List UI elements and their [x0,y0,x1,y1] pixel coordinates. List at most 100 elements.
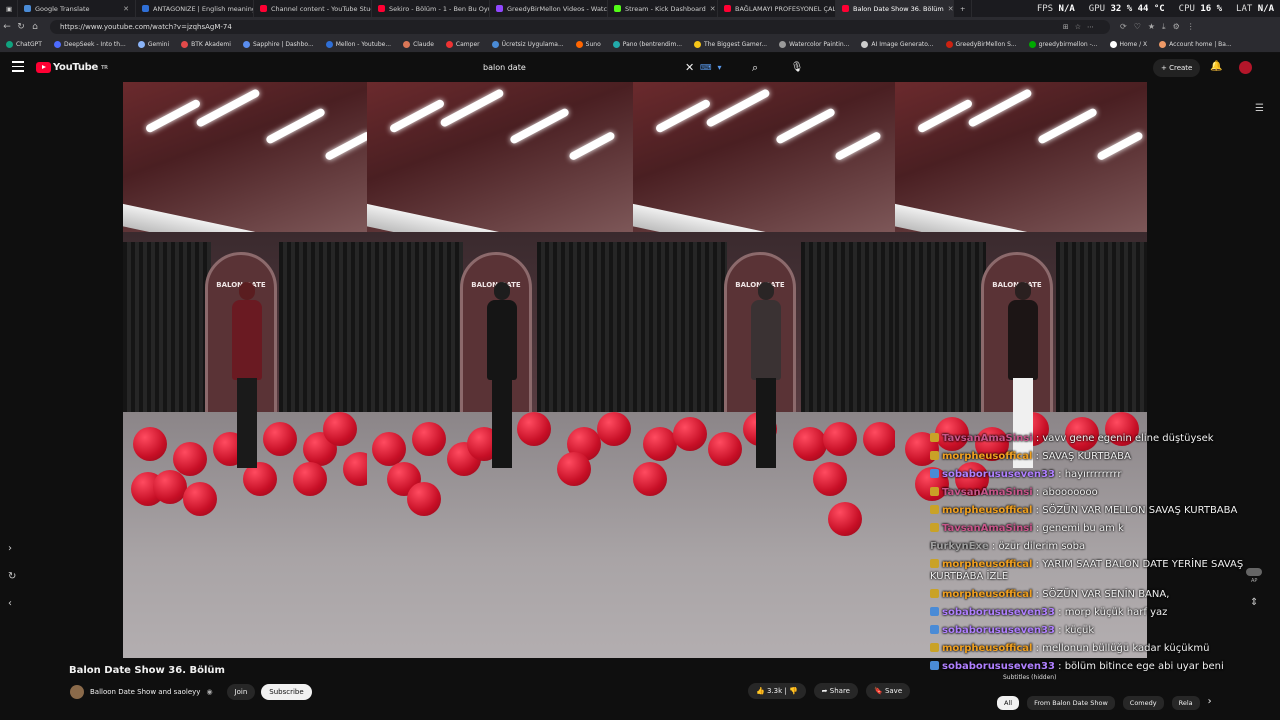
url-field[interactable]: https://www.youtube.com/watch?v=jzqhsAgM… [50,20,1110,34]
channel-avatar[interactable] [70,685,84,699]
red-balloon [633,462,667,496]
refresh-icon[interactable]: ↻ [8,571,16,582]
contestant-head [239,282,255,300]
bookmark-item[interactable]: DeepSeek - Into th... [53,41,126,48]
cpu-readout: CPU 16 % [1178,3,1223,14]
extension-icons[interactable]: ⟳♡★⤓⚙⋮ [1120,22,1202,32]
share-button[interactable]: ➦ Share [813,683,858,699]
chat-username[interactable]: sobaborususeven33 [942,661,1055,672]
filter-chip[interactable]: From Balon Date Show [1027,696,1115,710]
chat-username[interactable]: morpheusoffical [942,505,1032,516]
bookmark-favicon-icon [1109,41,1117,48]
subtitles-status: Subtitles (hidden) [1003,674,1057,681]
bookmark-label: DeepSeek - Into th... [63,41,126,48]
bookmark-favicon-icon [1028,41,1036,48]
bookmark-favicon-icon [181,41,189,48]
bookmark-item[interactable]: Sapphire | Dashbo... [242,41,314,48]
home-icon[interactable]: ⌂ [28,22,42,32]
chat-username[interactable]: TavsanAmaSinsi [942,523,1033,534]
bookmark-item[interactable]: GreedyBirMellon S... [945,41,1017,48]
chat-username[interactable]: TavsanAmaSinsi [942,487,1033,498]
contestant-head [494,282,510,300]
bookmark-label: The Biggest Gamer... [704,41,768,48]
chat-username[interactable]: morpheusoffical [942,589,1032,600]
bookmark-item[interactable]: ChatGPT [6,41,42,48]
join-button[interactable]: Join [226,684,256,700]
chat-username[interactable]: TavsanAmaSinsi [942,433,1033,444]
tab-favicon-icon [24,5,31,12]
like-button[interactable]: 👍 3.3k | 👎 [748,683,806,699]
search-input[interactable]: balon date ✕ [480,57,700,79]
chat-username[interactable]: morpheusoffical [942,451,1032,462]
ceiling [633,82,895,232]
bookmark-item[interactable]: BTK Akademi [181,41,231,48]
tab-menu-icon[interactable]: ▣ [0,0,18,17]
chat-text: morp küçük harf yaz [1064,607,1168,618]
bookmark-favicon-icon [242,41,250,48]
filter-chip[interactable]: Rela [1171,696,1200,710]
channel-name[interactable]: Balloon Date Show and saoleyy [90,688,200,696]
chat-username[interactable]: morpheusoffical [942,559,1032,570]
region-code: TR [101,64,108,71]
search-icon[interactable]: ⌕ [752,61,758,75]
browser-tab[interactable]: Balon Date Show 36. Bölüm ✕ [836,0,954,17]
create-button[interactable]: + Create [1153,59,1201,77]
browser-tab[interactable]: ANTAGONIZE | English meaning -✕ [136,0,254,17]
filter-chip[interactable]: Comedy [1122,696,1164,710]
bookmark-item[interactable]: greedybirmellon -... [1028,41,1098,48]
bookmark-item[interactable]: Watercolor Paintin... [779,41,849,48]
bookmark-item[interactable]: AI Image Generato... [861,41,934,48]
url-text: https://www.youtube.com/watch?v=jzqhsAgM… [60,23,232,31]
thumbs-down-icon[interactable]: 👎 [789,687,798,695]
microphone-icon[interactable]: 🎙 [787,58,807,78]
bookmark-item[interactable]: Ücretsiz Uygulama... [491,41,564,48]
bookmark-item[interactable]: The Biggest Gamer... [694,41,767,48]
notifications-bell-icon[interactable]: 🔔 [1210,61,1222,72]
tab-favicon-icon [378,5,385,12]
new-tab-icon[interactable]: + [954,0,973,17]
browser-tab[interactable]: GreedyBirMellon Videos - Watch✕ [490,0,608,17]
bookmark-item[interactable]: Mellon - Youtube... [325,41,391,48]
subscribe-button[interactable]: Subscribe [261,684,312,700]
close-tab-icon[interactable]: ✕ [123,5,129,13]
bookmark-item[interactable]: Home / X [1109,41,1147,48]
reload-icon[interactable]: ↻ [14,22,28,32]
bookmark-item[interactable]: Camper [445,41,480,48]
red-balloon [708,432,742,466]
chat-username[interactable]: sobaborususeven33 [942,469,1055,480]
bookmark-item[interactable]: Gemini [137,41,169,48]
chevron-right-icon[interactable]: › [8,543,12,554]
browser-tab[interactable]: BAĞLAMAYI PROFESYONEL ÇALM✕ [718,0,836,17]
account-avatar[interactable] [1239,61,1252,74]
chat-text: küçük [1064,625,1095,636]
browser-tab[interactable]: Google Translate ✕ [18,0,136,17]
contestant-outfit [1008,300,1038,380]
bookmark-favicon-icon [403,41,411,48]
close-tab-icon[interactable]: ✕ [948,5,953,13]
youtube-logo[interactable]: YouTube TR [36,62,108,73]
chat-username[interactable]: sobaborususeven33 [942,625,1055,636]
filter-chip[interactable]: All [997,696,1020,710]
bookmark-item[interactable]: Suno [575,41,601,48]
chips-next-icon[interactable]: › [1208,696,1212,710]
back-icon[interactable]: ← [0,22,14,32]
browser-tab[interactable]: Channel content - YouTube Studio✕ [254,0,372,17]
keyboard-icon[interactable]: ⌨▾ [700,63,728,72]
chat-menu-icon[interactable]: ☰ [1255,103,1264,114]
url-action-icons[interactable]: ⊞☆⋯ [1063,20,1100,34]
save-button[interactable]: 🔖 Save [865,683,911,699]
browser-tab[interactable]: Stream - Kick Dashboard ✕ [608,0,718,17]
clear-search-icon[interactable]: ✕ [685,57,694,79]
bookmark-item[interactable]: Account home | Ba... [1159,41,1232,48]
close-tab-icon[interactable]: ✕ [710,5,716,13]
bookmark-item[interactable]: Pano (bentrendim... [612,41,682,48]
chat-text: SÖZÜN VAR MELLON SAVAŞ KURTBABA [1042,505,1238,516]
browser-tab[interactable]: Sekiro - Bölüm - 1 - Ben Bu Oyunu✕ [372,0,490,17]
chat-username[interactable]: FurkynExe [930,541,989,552]
chat-username[interactable]: sobaborususeven33 [942,607,1055,618]
chevron-left-icon[interactable]: ‹ [8,598,12,609]
chat-username[interactable]: morpheusoffical [942,643,1032,654]
hamburger-menu-icon[interactable] [12,61,24,72]
bookmark-item[interactable]: Claude [403,41,434,48]
contestant-outfit [232,300,262,380]
